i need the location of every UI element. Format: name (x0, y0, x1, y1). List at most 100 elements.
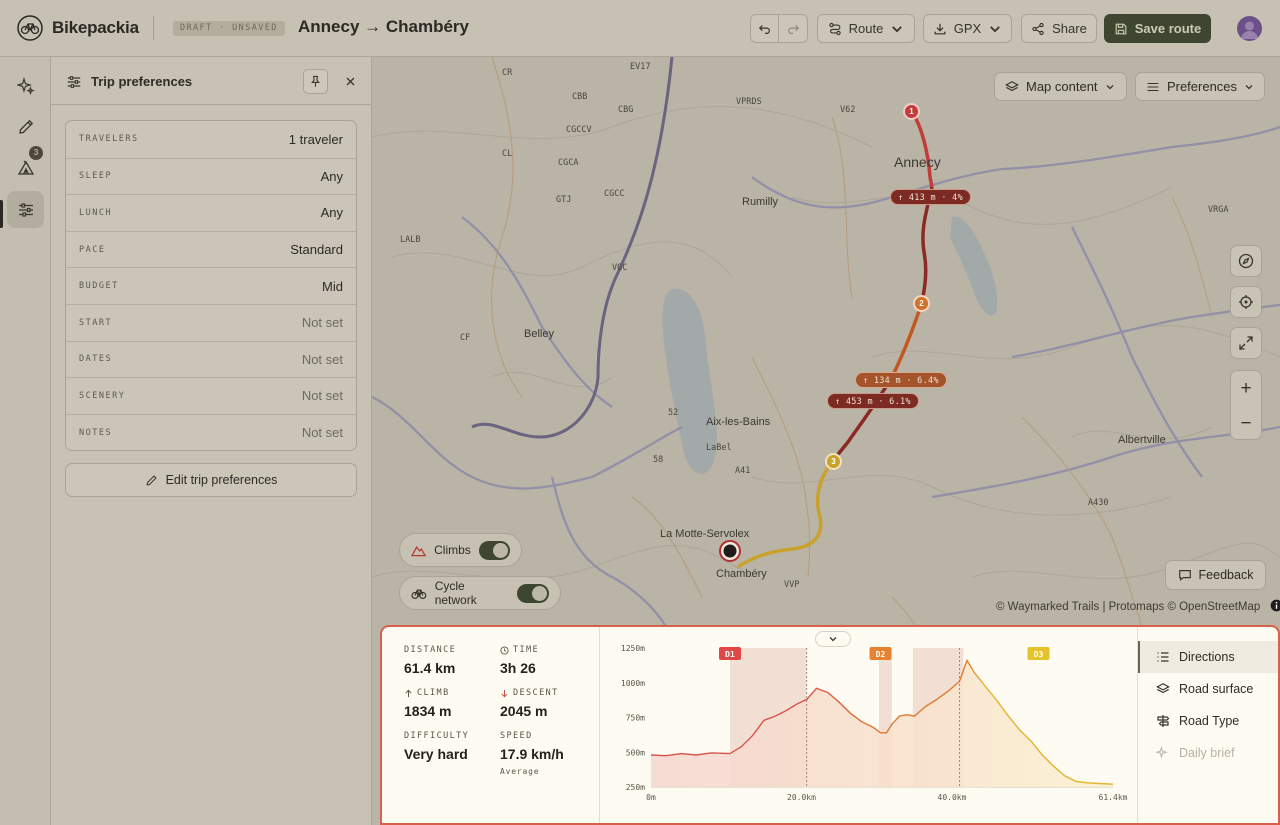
cycle-network-toggle[interactable]: Cycle network (399, 576, 561, 610)
preferences-table: TRAVELERS 1 traveler SLEEP Any LUNCH Any PA… (65, 120, 357, 452)
route-code: VVP (784, 580, 799, 590)
chevron-down-icon (892, 25, 903, 32)
route-code: LaBel (706, 443, 732, 453)
redo-button[interactable] (778, 14, 808, 43)
pref-value: Not set (301, 315, 343, 331)
tab-daily-brief[interactable]: Daily brief (1138, 737, 1278, 769)
compass-button[interactable] (1230, 245, 1262, 277)
close-panel-button[interactable] (341, 72, 359, 90)
stat-value: 61.4 km (404, 660, 456, 676)
y-tick-label: 250m (626, 783, 645, 792)
pref-value: Any (320, 205, 343, 221)
pref-row-dates[interactable]: DATES Not set (66, 340, 356, 378)
tab-road-surface[interactable]: Road surface (1138, 673, 1278, 705)
stat-label: DIFFICULTY (404, 731, 470, 741)
place-label: Chambéry (716, 568, 767, 580)
route-icon (828, 22, 841, 35)
bicycle-icon (411, 589, 427, 599)
route-code: V62 (840, 105, 855, 115)
panel-header: Trip preferences (51, 57, 371, 105)
climb-tag[interactable]: ↑ 453 m · 6.1% (827, 393, 919, 409)
tab-label: Road surface (1179, 682, 1254, 696)
pref-row-notes[interactable]: NOTES Not set (66, 413, 356, 451)
route-code: CGCC (604, 189, 624, 199)
pref-row-scenery[interactable]: SCENERY Not set (66, 377, 356, 414)
user-avatar[interactable] (1237, 16, 1262, 41)
climb-tag[interactable]: ↑ 134 m · 6.4% (855, 372, 947, 388)
waypoint-marker[interactable]: 1 (903, 103, 920, 120)
y-tick-label: 1250m (621, 644, 645, 653)
message-icon (1178, 570, 1191, 582)
undo-button[interactable] (750, 14, 779, 43)
pref-row-start[interactable]: START Not set (66, 303, 356, 341)
pref-label: SCENERY (79, 390, 126, 401)
pref-row-budget[interactable]: BUDGET Mid (66, 267, 356, 304)
sliders-icon (18, 202, 33, 217)
feedback-button[interactable]: Feedback (1165, 560, 1266, 590)
camping-count-badge: 3 (29, 146, 43, 160)
trip-title[interactable]: Annecy → Chambéry (298, 17, 469, 37)
ai-assist-button[interactable] (7, 67, 44, 104)
route-code: VPRDS (736, 97, 762, 107)
route-code: GTJ (556, 195, 571, 205)
pref-label: DATES (79, 354, 113, 365)
place-label: Aix-les-Bains (706, 416, 771, 428)
route-code: VGC (612, 263, 627, 273)
map-preferences-button[interactable]: Preferences (1135, 72, 1265, 101)
sparkles-icon (16, 76, 35, 95)
stat-label-row: DESCENT (500, 688, 559, 698)
close-icon (346, 77, 354, 85)
locate-button[interactable] (1230, 286, 1262, 318)
tab-road-type[interactable]: Road Type (1138, 705, 1278, 737)
share-button[interactable]: Share (1021, 14, 1097, 43)
trip-preferences-button[interactable] (7, 191, 44, 228)
climbs-switch[interactable] (478, 540, 510, 560)
climbs-toggle[interactable]: Climbs (399, 533, 522, 567)
elevation-chart-svg[interactable]: 1250m 1000m 750m 500m 250m0m 20.0km 40.0km 61.4… (601, 627, 1137, 825)
pin-panel-button[interactable] (303, 69, 328, 94)
place-label: Belley (524, 328, 554, 340)
pref-row-lunch[interactable]: LUNCH Any (66, 194, 356, 231)
pref-label: LUNCH (79, 207, 113, 218)
pref-value: Not set (301, 351, 343, 367)
stat-label: CLIMB (417, 688, 450, 698)
user-icon (1241, 21, 1258, 39)
waypoint-marker[interactable]: 3 (825, 453, 842, 470)
elevation-chart[interactable]: 1250m 1000m 750m 500m 250m 0m 20.0km 40.0km 61.4… (601, 627, 1137, 825)
pref-label: START (79, 317, 113, 328)
fullscreen-button[interactable] (1230, 327, 1262, 359)
route-label: Route (848, 21, 884, 36)
route-code: A430 (1088, 498, 1108, 508)
map-attribution[interactable]: © Waymarked Trails | Protomaps © OpenStr… (996, 599, 1280, 613)
stat-value: 1834 m (404, 703, 452, 719)
app-name[interactable]: Bikepackia (52, 18, 139, 38)
stat-label: DISTANCE (404, 645, 457, 655)
route-code: CGCA (558, 158, 578, 168)
collapse-drawer-button[interactable] (815, 631, 851, 647)
pref-row-travelers[interactable]: TRAVELERS 1 traveler (66, 121, 356, 158)
pref-row-pace[interactable]: PACE Standard (66, 230, 356, 268)
pref-label: BUDGET (79, 281, 119, 292)
route-menu-button[interactable]: Route (817, 14, 915, 43)
stat-label: SPEED (500, 731, 533, 741)
route-code: CF (460, 333, 470, 343)
gpx-menu-button[interactable]: GPX (923, 14, 1012, 43)
zoom-out-button[interactable]: − (1231, 406, 1261, 441)
edit-route-button[interactable] (7, 108, 44, 145)
pref-value: Not set (301, 425, 343, 441)
waypoint-marker[interactable]: 2 (913, 295, 930, 312)
left-rail: 3 (0, 57, 51, 825)
x-tick-label: 0m (646, 793, 656, 802)
climb-tag[interactable]: ↑ 413 m · 4% (890, 189, 972, 205)
tent-icon (17, 160, 34, 175)
compass-icon (1238, 253, 1254, 269)
pref-row-sleep[interactable]: SLEEP Any (66, 157, 356, 195)
tab-directions[interactable]: Directions (1138, 641, 1278, 673)
map-content-button[interactable]: Map content (994, 72, 1127, 101)
pencil-icon (146, 474, 157, 485)
edit-trip-preferences-button[interactable]: Edit trip preferences (65, 463, 357, 497)
save-route-button[interactable]: Save route (1104, 14, 1211, 43)
chevron-down-icon (990, 25, 1001, 32)
cycle-network-switch[interactable] (516, 583, 549, 603)
zoom-in-button[interactable]: + (1231, 371, 1261, 406)
